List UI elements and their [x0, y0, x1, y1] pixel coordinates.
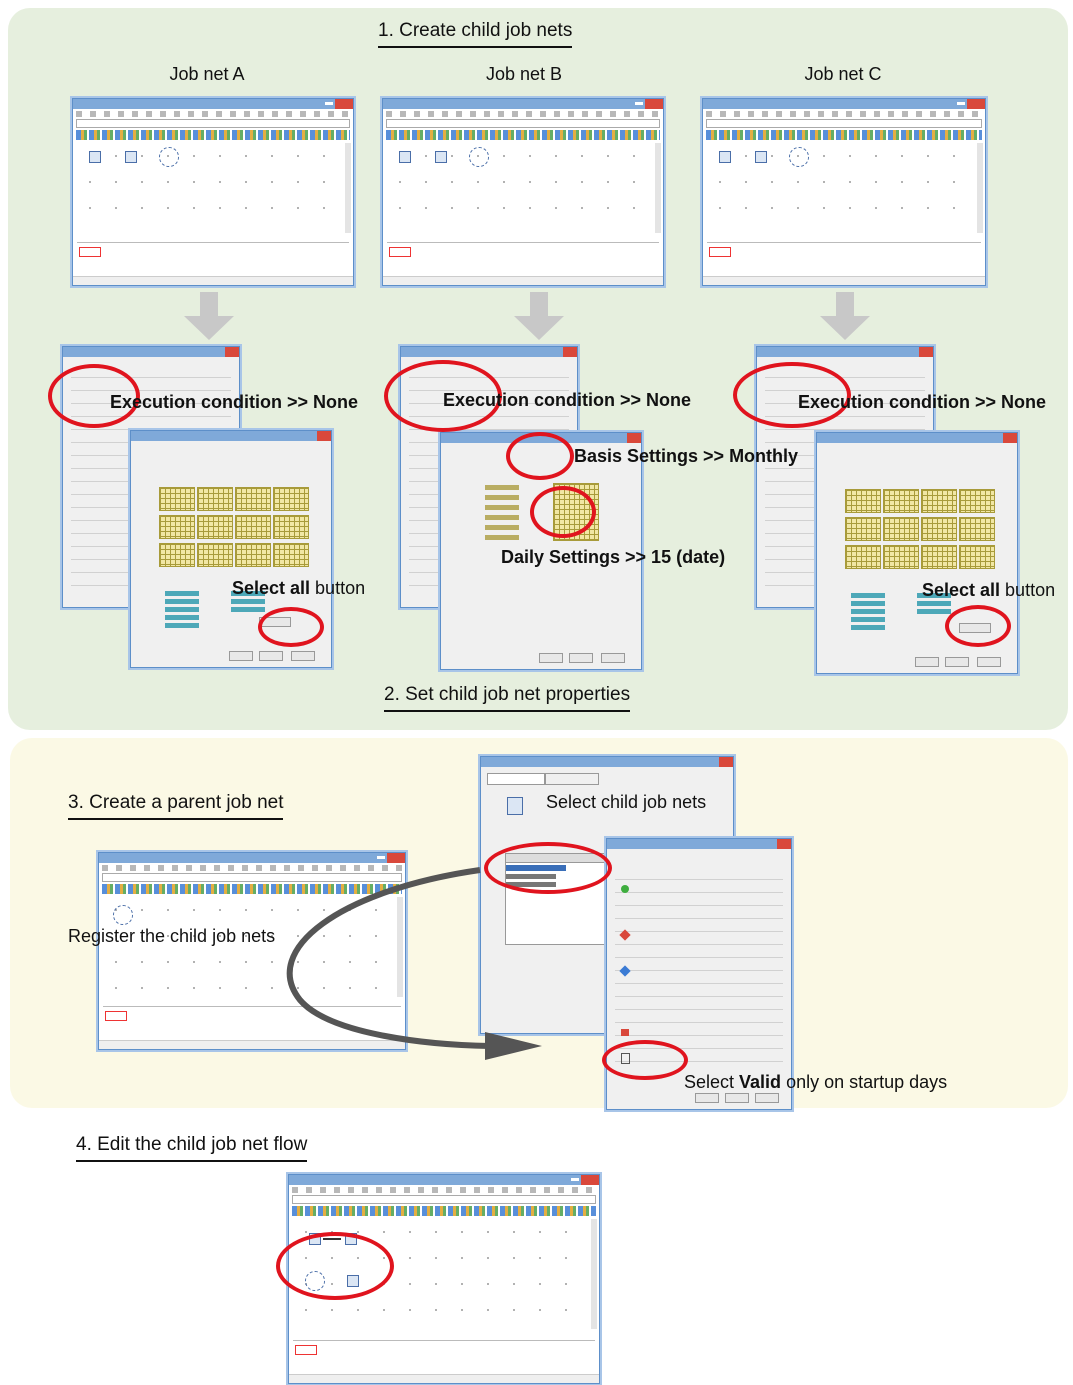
toolbar[interactable] [386, 130, 660, 140]
callout-basis-settings: Basis Settings >> Monthly [574, 446, 799, 466]
toolbar[interactable] [706, 130, 982, 140]
callout-select-valid: Select Valid only on startup days [684, 1072, 948, 1092]
callout-daily-settings: Daily Settings >> 15 (date) [501, 547, 726, 567]
close-icon[interactable] [777, 839, 791, 849]
cancel-button[interactable] [259, 651, 283, 661]
flow-arrow-icon [286, 867, 542, 1060]
callout-select-all-a: Select all button [232, 578, 366, 598]
step1-title: 1. Create child job nets [378, 20, 573, 48]
job-net-icon [507, 797, 523, 815]
callout-exec-condition-b: Execution condition >> None [443, 390, 692, 410]
job-net-canvas[interactable] [77, 143, 343, 233]
close-icon[interactable] [581, 1175, 599, 1185]
startup-icon[interactable] [113, 905, 133, 925]
highlight-select-all-a [258, 607, 324, 647]
job-icon[interactable] [435, 151, 447, 163]
callout-exec-condition-a: Execution condition >> None [110, 392, 359, 412]
tab-standard-information[interactable] [487, 773, 545, 785]
highlight-select-all-c [945, 605, 1011, 647]
close-icon[interactable] [967, 99, 985, 109]
cancel-button[interactable] [569, 653, 593, 663]
tab-control-information[interactable] [545, 773, 599, 785]
job-net-c-window [702, 98, 986, 286]
job-icon[interactable] [89, 151, 101, 163]
step2-title: 2. Set child job net properties [384, 684, 631, 712]
job-net-canvas[interactable] [707, 143, 975, 233]
job-net-a-label: Job net A [169, 64, 245, 84]
job-icon[interactable] [755, 151, 767, 163]
job-icon[interactable] [399, 151, 411, 163]
help-button[interactable] [601, 653, 625, 663]
toolbar[interactable] [76, 130, 350, 140]
help-button[interactable] [291, 651, 315, 661]
ok-button[interactable] [229, 651, 253, 661]
highlight-daily-settings [530, 486, 596, 538]
close-icon[interactable] [1003, 433, 1017, 443]
job-icon[interactable] [719, 151, 731, 163]
close-icon[interactable] [563, 347, 577, 357]
job-icon[interactable] [125, 151, 137, 163]
help-button[interactable] [977, 657, 1001, 667]
job-net-c-label: Job net C [804, 64, 882, 84]
callout-register-child-job-nets: Register the child job nets [68, 926, 276, 946]
job-net-b-window [382, 98, 664, 286]
close-icon[interactable] [627, 433, 641, 443]
highlight-basis-settings [506, 432, 574, 480]
step4-title: 4. Edit the child job net flow [76, 1134, 308, 1162]
callout-exec-condition-c: Execution condition >> None [798, 392, 1047, 412]
help-button[interactable] [755, 1093, 779, 1103]
ok-button[interactable] [915, 657, 939, 667]
down-arrow-icon [514, 292, 564, 340]
callout-select-all-c: Select all button [922, 580, 1056, 600]
close-icon[interactable] [919, 347, 933, 357]
close-icon[interactable] [317, 431, 331, 441]
highlight-child-flow [276, 1232, 394, 1300]
close-icon[interactable] [225, 347, 239, 357]
startup-icon[interactable] [789, 147, 809, 167]
callout-select-child-job-nets: Select child job nets [546, 792, 707, 812]
close-icon[interactable] [645, 99, 663, 109]
step3-title: 3. Create a parent job net [68, 792, 284, 820]
cancel-button[interactable] [725, 1093, 749, 1103]
ok-button[interactable] [695, 1093, 719, 1103]
down-arrow-icon [820, 292, 870, 340]
startup-icon[interactable] [469, 147, 489, 167]
down-arrow-icon [184, 292, 234, 340]
startup-icon[interactable] [159, 147, 179, 167]
job-net-canvas[interactable] [387, 143, 653, 233]
cancel-button[interactable] [945, 657, 969, 667]
ok-button[interactable] [539, 653, 563, 663]
toolbar[interactable] [292, 1206, 596, 1216]
job-net-b-label: Job net B [485, 64, 563, 84]
close-icon[interactable] [719, 757, 733, 767]
close-icon[interactable] [335, 99, 353, 109]
job-net-a-window [72, 98, 354, 286]
